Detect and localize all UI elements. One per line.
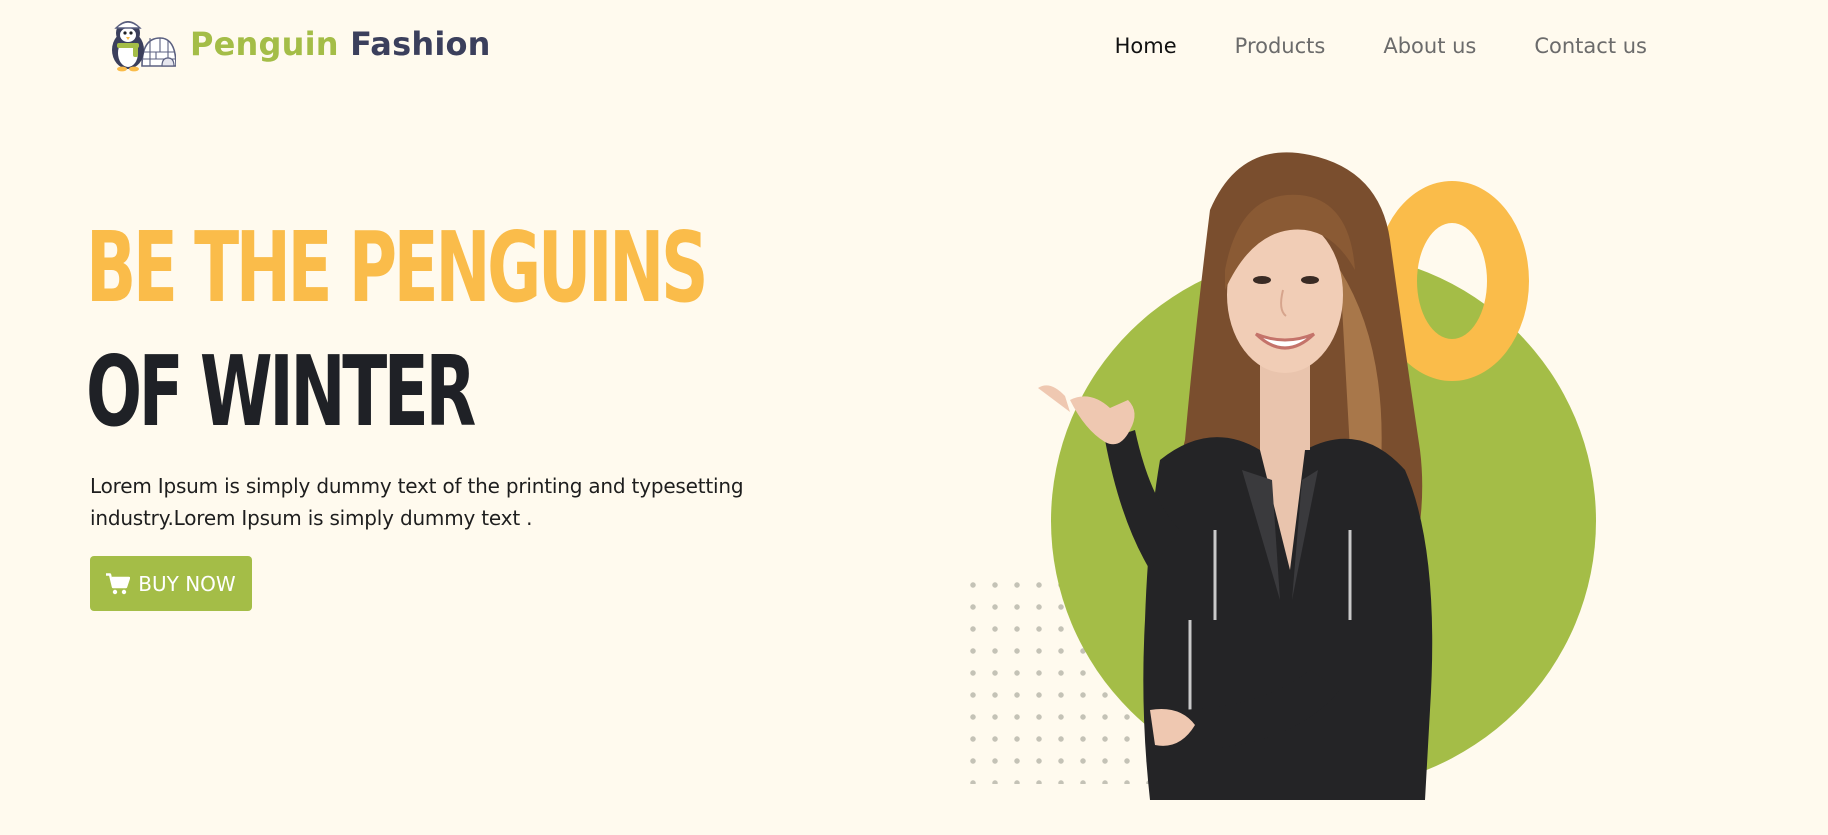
buy-now-button[interactable]: BUY NOW — [90, 556, 252, 611]
brand-name-part2: Fashion — [350, 25, 491, 63]
brand-logo[interactable]: Penguin Fashion — [104, 16, 491, 72]
penguin-igloo-logo-icon — [112, 21, 176, 72]
hero-description: Lorem Ipsum is simply dummy text of the … — [90, 474, 744, 530]
nav-item-products[interactable]: Products — [1235, 34, 1326, 58]
hero-headline-line2: OF WINTER — [86, 335, 476, 448]
nav-item-contact-us[interactable]: Contact us — [1534, 34, 1647, 58]
landing-page: Penguin Fashion Home Products About us C… — [0, 0, 1828, 835]
nav-item-home[interactable]: Home — [1115, 34, 1177, 58]
nav-item-about-us[interactable]: About us — [1383, 34, 1476, 58]
hero-headline: BE THE PENGUINS OF WINTER — [86, 206, 708, 454]
brand-name-part1: Penguin — [190, 25, 339, 63]
buy-now-label: BUY NOW — [138, 571, 236, 596]
shopping-cart-icon — [106, 572, 131, 594]
hero-headline-line1: BE THE PENGUINS — [86, 211, 708, 324]
main-nav: Home Products About us Contact us — [1115, 34, 1647, 58]
hero-model-image — [1038, 152, 1433, 800]
brand-name: Penguin Fashion — [190, 25, 491, 63]
